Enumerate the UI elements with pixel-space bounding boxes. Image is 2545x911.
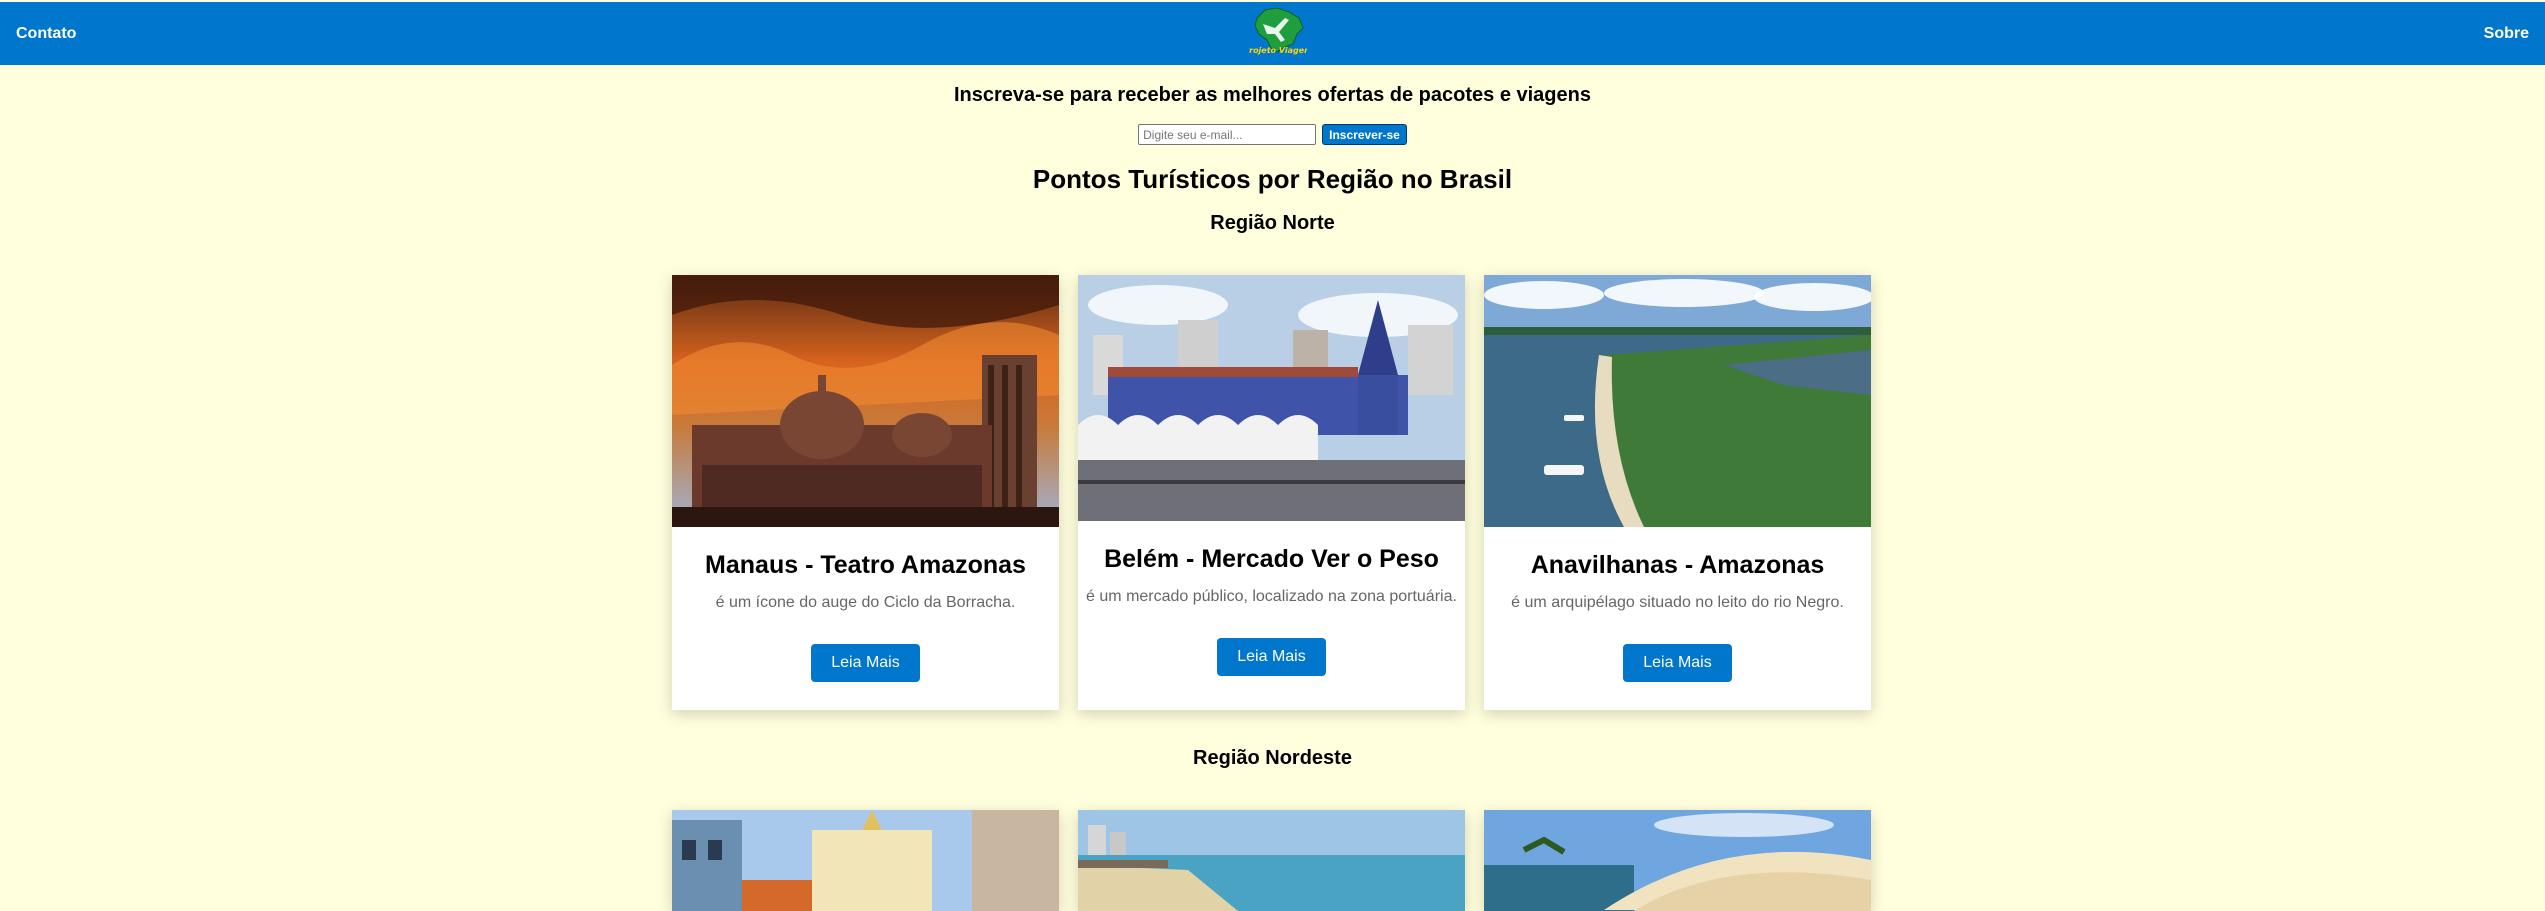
read-more-button[interactable]: Leia Mais (1217, 638, 1326, 676)
card-anavilhanas: Anavilhanas - Amazonas é um arquipélago … (1484, 275, 1871, 710)
subscribe-button[interactable]: Inscrever-se (1322, 124, 1407, 145)
card-description: é um ícone do auge do Ciclo da Borracha. (715, 594, 1016, 611)
subscribe-form: Inscrever-se (0, 124, 2545, 145)
card-nordeste-3 (1484, 810, 1871, 911)
card-title: Belém - Mercado Ver o Peso (1104, 545, 1439, 573)
card-title: Anavilhanas - Amazonas (1530, 551, 1825, 579)
card-description: é um arquipélago situado no leito do rio… (1511, 594, 1844, 611)
subscribe-title: Inscreva-se para receber as melhores ofe… (953, 84, 1591, 106)
beach-city-photo (1078, 810, 1465, 911)
ver-o-peso-photo (1078, 275, 1465, 521)
card-belem: Belém - Mercado Ver o Peso é um mercado … (1078, 275, 1465, 710)
card-description: é um mercado público, localizado na zona… (1086, 588, 1457, 605)
dunes-photo (1484, 810, 1871, 911)
anavilhanas-photo (1484, 275, 1871, 527)
svg-text:Projeto Viagem: Projeto Viagem (1249, 46, 1307, 55)
read-more-button[interactable]: Leia Mais (1623, 644, 1732, 682)
email-input[interactable] (1138, 124, 1317, 145)
nav-link-contato[interactable]: Contato (16, 25, 76, 43)
region-title-norte: Região Norte (1210, 212, 1335, 234)
card-nordeste-1 (672, 810, 1059, 911)
region-title-nordeste: Região Nordeste (1193, 747, 1352, 769)
brazil-map-logo[interactable]: Projeto Viagem (1249, 4, 1307, 56)
pelourinho-photo (672, 810, 1059, 911)
read-more-button[interactable]: Leia Mais (811, 644, 920, 682)
teatro-amazonas-photo (672, 275, 1059, 527)
nav-link-sobre[interactable]: Sobre (2484, 25, 2529, 43)
card-title: Manaus - Teatro Amazonas (705, 551, 1026, 579)
card-manaus: Manaus - Teatro Amazonas é um ícone do a… (672, 275, 1059, 710)
page-title: Pontos Turísticos por Região no Brasil (1032, 164, 1513, 194)
card-nordeste-2 (1078, 810, 1465, 911)
